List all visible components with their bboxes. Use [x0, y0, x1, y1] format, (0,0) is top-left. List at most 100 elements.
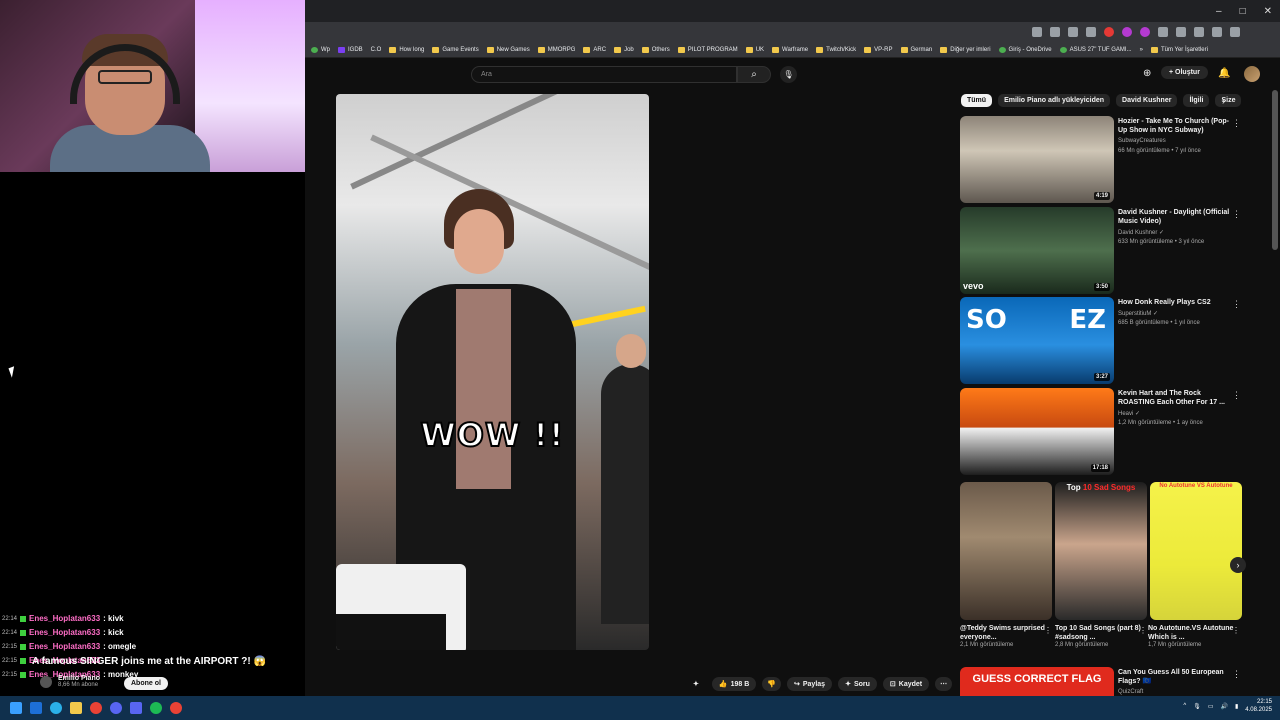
spotify-icon[interactable]	[150, 702, 162, 714]
recommended-video[interactable]: 17:18 Kevin Hart and The Rock ROASTING E…	[960, 388, 1260, 476]
more-vert-icon[interactable]: ⋮	[1232, 626, 1240, 635]
chevron-right-icon[interactable]: ›	[1230, 557, 1246, 573]
bookmark[interactable]: Others	[641, 46, 670, 53]
ask-button[interactable]: ✦ Soru	[838, 677, 877, 691]
more-vert-icon[interactable]: ⋮	[1232, 118, 1241, 129]
close-button[interactable]: ✕	[1264, 6, 1272, 17]
battery-icon[interactable]: ▮	[1235, 703, 1238, 710]
recommended-video[interactable]: GUESS CORRECT FLAG Can You Guess All 50 …	[960, 667, 1260, 697]
chrome-profile-icon[interactable]	[170, 702, 182, 714]
video-thumbnail[interactable]: 17:18	[960, 388, 1114, 475]
menu-icon[interactable]	[1230, 27, 1240, 37]
page-scrollbar[interactable]	[1272, 90, 1278, 250]
video-channel[interactable]: SuperstitiuM ✓	[1118, 310, 1236, 317]
video-title[interactable]: Can You Guess All 50 European Flags? 🇪🇺	[1118, 668, 1228, 686]
volume-icon[interactable]: 🔊	[1221, 703, 1228, 710]
eye-off-icon[interactable]	[1050, 27, 1060, 37]
video-channel[interactable]: QuizCraft	[1118, 689, 1143, 695]
maximize-button[interactable]: □	[1240, 6, 1246, 17]
bookmark[interactable]: C.O	[371, 47, 382, 53]
more-vert-icon[interactable]: ⋮	[1139, 626, 1147, 635]
bookmark[interactable]: New Games	[486, 46, 530, 53]
folder-icon[interactable]	[70, 702, 82, 714]
chip-for-you[interactable]: Size	[1215, 94, 1242, 107]
more-vert-icon[interactable]: ⋮	[1232, 390, 1241, 401]
profile-icon[interactable]	[1212, 27, 1222, 37]
bookmark[interactable]: PILOT PROGRAM	[677, 46, 738, 53]
more-vert-icon[interactable]: ⋮	[1232, 209, 1241, 220]
share-button[interactable]: ↪ Paylaş	[787, 677, 833, 691]
pink-extension-icon[interactable]	[1140, 27, 1150, 37]
search-button[interactable]: ⌕	[737, 66, 771, 83]
video-thumbnail[interactable]: SO EZ 3:27	[960, 297, 1114, 384]
bookmark[interactable]: IGDB	[338, 46, 363, 53]
recommended-video[interactable]: vevo 3:50 David Kushner - Daylight (Offic…	[960, 207, 1260, 295]
minimize-button[interactable]: –	[1216, 6, 1222, 17]
channel-info[interactable]: Emilio Piano 8,66 Mn abone	[40, 675, 100, 688]
short-thumbnail[interactable]: No Autotune VS Autotune	[1150, 482, 1242, 620]
bell-icon[interactable]: 🔔	[1218, 68, 1230, 79]
discord-icon[interactable]	[110, 702, 122, 714]
video-channel[interactable]: SubwayCreatures	[1118, 138, 1236, 144]
bookmark[interactable]: Wp	[311, 46, 330, 53]
chip-uploader[interactable]: Emilio Piano adlı yükleyiciden	[998, 94, 1111, 107]
bookmark[interactable]: Warframe	[772, 46, 808, 53]
short-thumbnail[interactable]: Top 10 Sad Songs	[1055, 482, 1147, 620]
bookmark[interactable]: Twitch/Kick	[816, 46, 856, 53]
chip-david-kushner[interactable]: David Kushner	[1116, 94, 1178, 107]
video-title[interactable]: How Donk Really Plays CS2	[1118, 298, 1236, 307]
bookmark[interactable]: Giriş - OneDrive	[998, 46, 1052, 53]
bookmark[interactable]: How long	[389, 46, 424, 53]
more-vert-icon[interactable]: ⋮	[1232, 299, 1241, 310]
channel-name[interactable]: Emilio Piano	[58, 675, 100, 682]
chevron-up-icon[interactable]: ^	[1183, 703, 1186, 709]
subscribe-button[interactable]: Abone ol	[124, 677, 168, 690]
network-icon[interactable]: ▭	[1208, 703, 1214, 710]
channel-avatar[interactable]	[40, 675, 52, 688]
video-thumbnail[interactable]: GUESS CORRECT FLAG	[960, 667, 1114, 697]
purple-extension-icon[interactable]	[1122, 27, 1132, 37]
bookmark[interactable]: German	[900, 46, 932, 53]
like-button[interactable]: 👍 198 B	[711, 677, 757, 691]
more-vert-icon[interactable]: ⋮	[1044, 626, 1052, 635]
edge-icon[interactable]	[50, 702, 62, 714]
search-input[interactable]: Ara	[471, 66, 737, 83]
short-title[interactable]: Top 10 Sad Songs (part 8) #sadsong ...	[1055, 624, 1147, 642]
bookmark[interactable]: ARC	[583, 46, 606, 53]
chip-related[interactable]: İlgili	[1183, 94, 1210, 107]
more-actions-button[interactable]: ⋯	[935, 677, 953, 691]
download-icon[interactable]	[1194, 27, 1204, 37]
bookmark[interactable]: ASUS 27" TUF GAMI...	[1059, 46, 1132, 53]
dislike-button[interactable]: 👎	[762, 677, 781, 691]
shorts-video-player[interactable]: WOW !!	[336, 94, 649, 650]
bookmark[interactable]: Game Events	[432, 46, 479, 53]
more-vert-icon[interactable]: ⋮	[1232, 669, 1241, 680]
magic-button[interactable]: ✦	[686, 677, 706, 691]
bookmark[interactable]: Diğer yer imleri	[940, 46, 991, 53]
bookmark[interactable]: VP-RP	[864, 46, 893, 53]
save-button[interactable]: ⊡ Kaydet	[882, 677, 930, 691]
short-thumbnail[interactable]	[960, 482, 1052, 620]
discord-alt-icon[interactable]	[130, 702, 142, 714]
chip-all[interactable]: Tümü	[961, 94, 993, 107]
video-thumbnail[interactable]: 4:19	[960, 116, 1114, 203]
recommended-video[interactable]: 4:19 Hozier - Take Me To Church (Pop-Up …	[960, 116, 1260, 204]
video-thumbnail[interactable]: vevo 3:50	[960, 207, 1114, 294]
cast-icon[interactable]	[1032, 27, 1042, 37]
extension-icon[interactable]	[1086, 27, 1096, 37]
video-channel[interactable]: Heavi ✓	[1118, 410, 1236, 417]
bookmarks-overflow-button[interactable]: »	[1140, 47, 1143, 53]
add-video-icon[interactable]: ⊕	[1143, 68, 1151, 79]
voice-search-button[interactable]: 🎙	[780, 66, 797, 83]
bookmark[interactable]: UK	[745, 46, 764, 53]
system-clock[interactable]: 22:15 4.08.2025	[1245, 698, 1272, 714]
all-bookmarks[interactable]: Tüm Yer İşaretleri	[1150, 46, 1208, 53]
chevron-right-icon[interactable]: ›	[1222, 96, 1225, 107]
windows-start-icon[interactable]	[10, 702, 22, 714]
star-icon[interactable]	[1068, 27, 1078, 37]
record-extension-icon[interactable]	[1104, 27, 1114, 37]
account-avatar[interactable]	[1244, 66, 1260, 82]
video-title[interactable]: Kevin Hart and The Rock ROASTING Each Ot…	[1118, 389, 1236, 407]
video-title[interactable]: Hozier - Take Me To Church (Pop-Up Show …	[1118, 117, 1236, 135]
chrome-icon[interactable]	[90, 702, 102, 714]
